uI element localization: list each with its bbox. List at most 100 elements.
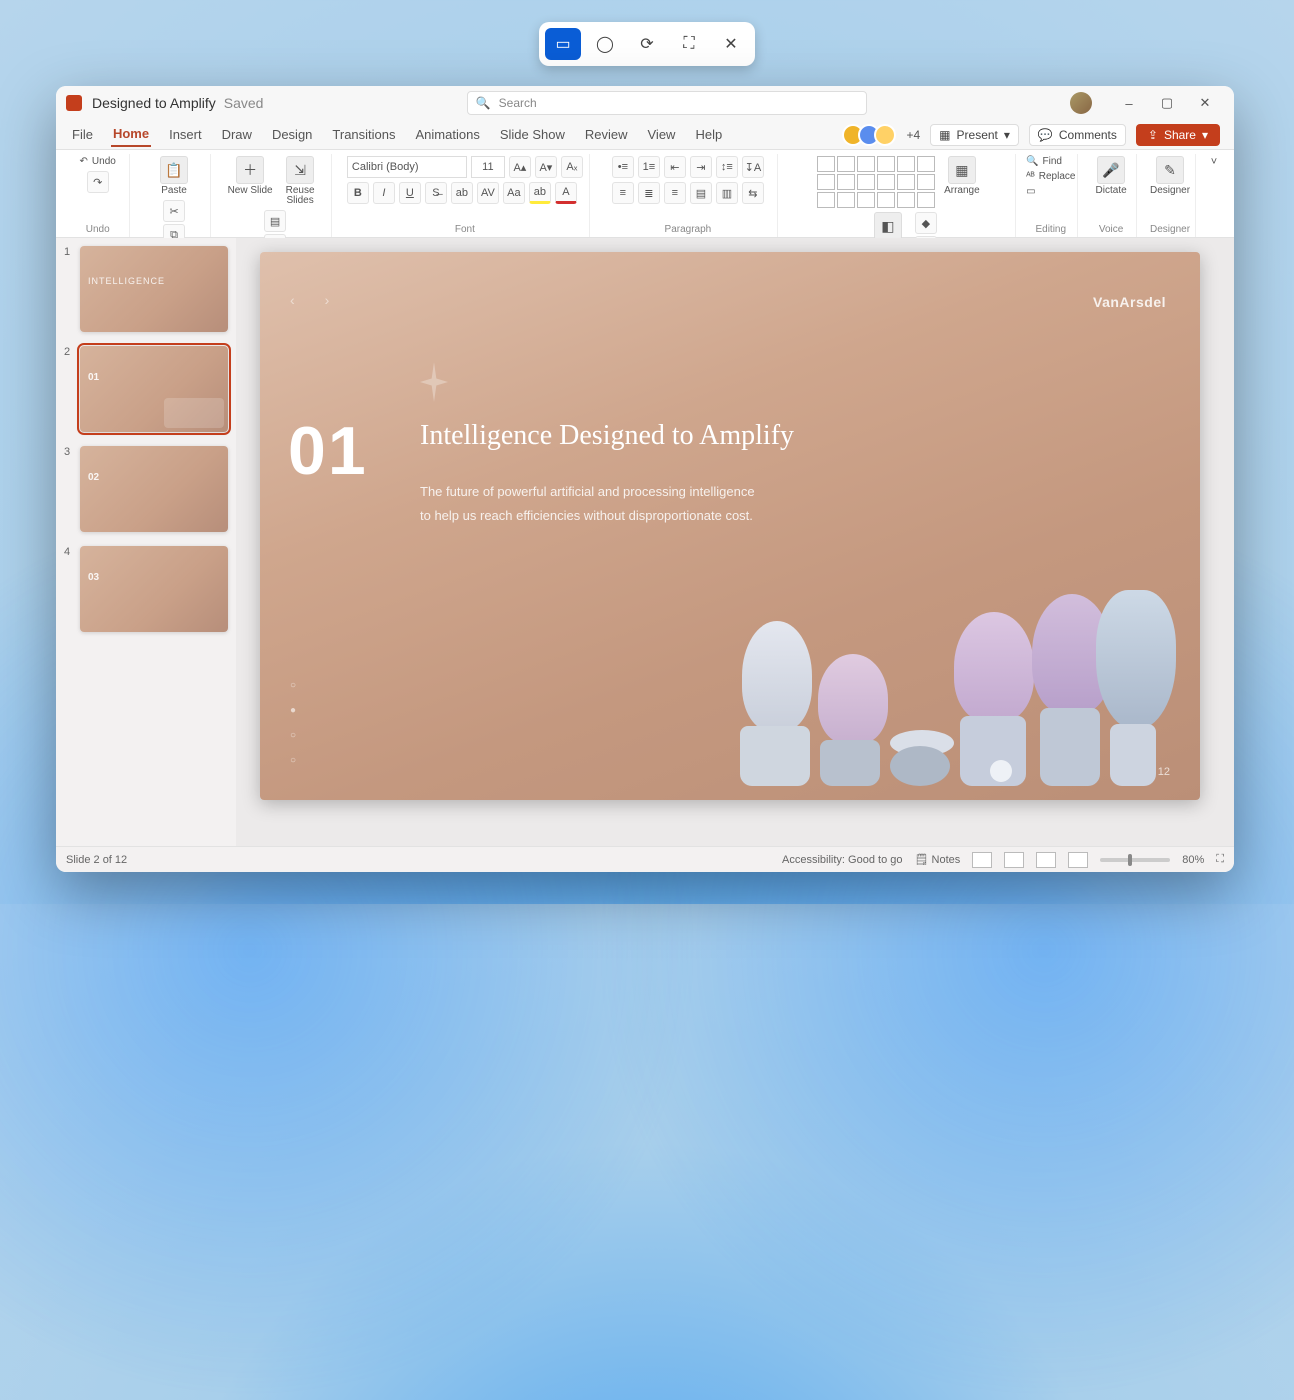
align-left-button[interactable]: ≡ [612,182,634,204]
thumb-number: 3 [64,446,74,532]
numbering-button[interactable]: 1≡ [638,156,660,178]
window-close-button[interactable]: ✕ [1186,89,1224,117]
zoom-percent[interactable]: 80% [1182,854,1204,866]
comments-button[interactable]: 💬 Comments [1029,124,1126,146]
bold-button[interactable]: B [347,182,369,204]
clear-format-button[interactable]: Aₓ [561,156,583,178]
snip-fullscreen-button[interactable]: ⛶ [671,28,707,60]
font-color-button[interactable]: A [555,182,577,204]
char-spacing-button[interactable]: AV [477,182,499,204]
tab-insert[interactable]: Insert [167,123,204,146]
tab-home[interactable]: Home [111,122,151,147]
slide-number: 01 [288,412,368,490]
slide-thumbnail[interactable]: 03 [80,546,228,632]
tab-transitions[interactable]: Transitions [330,123,397,146]
status-slide-info: Slide 2 of 12 [66,854,127,866]
current-slide[interactable]: ‹ › VanArsdel 01 Intelligence Designed t… [260,252,1200,800]
undo-button[interactable]: ↶Undo [80,156,116,167]
shapes-gallery[interactable] [817,156,935,208]
thumb-label: INTELLIGENCE [88,276,165,286]
dictate-button[interactable]: 🎤 Dictate [1088,156,1134,196]
fit-to-window-button[interactable]: ⛶ [1216,853,1224,866]
collaborators-extra[interactable]: +4 [906,128,920,142]
view-reading-button[interactable] [1036,852,1056,868]
tab-review[interactable]: Review [583,123,630,146]
text-direction-button[interactable]: ↧A [742,156,764,178]
tab-design[interactable]: Design [270,123,314,146]
highlight-button[interactable]: ab [529,182,551,204]
account-avatar[interactable] [1070,92,1092,114]
indent-inc-button[interactable]: ⇥ [690,156,712,178]
cut-button[interactable]: ✂ [163,200,185,222]
align-center-button[interactable]: ≣ [638,182,660,204]
group-label-designer: Designer [1150,224,1190,235]
tab-help[interactable]: Help [693,123,724,146]
snip-rectangle-button[interactable]: ▭ [545,28,581,60]
shape-fill-button[interactable]: ◆ [915,212,937,234]
snip-close-button[interactable]: ✕ [713,28,749,60]
justify-button[interactable]: ▤ [690,182,712,204]
slide-thumbnail[interactable]: 02 [80,446,228,532]
change-case-button[interactable]: Aa [503,182,525,204]
indent-dec-button[interactable]: ⇤ [664,156,686,178]
arrow-left-icon[interactable]: ‹ [290,292,295,308]
slide-art-plants [740,526,1180,786]
slide-headline[interactable]: Intelligence Designed to Amplify [420,420,794,452]
italic-button[interactable]: I [373,182,395,204]
quick-styles-icon: ◧ [874,212,902,240]
find-button[interactable]: 🔍Find [1026,156,1062,167]
increase-font-button[interactable]: A▴ [509,156,531,178]
slide-thumbnail[interactable]: INTELLIGENCE [80,246,228,332]
slide-body-line[interactable]: to help us reach efficiencies without di… [420,508,753,523]
snip-window-button[interactable]: ⟳ [629,28,665,60]
bullets-button[interactable]: •≡ [612,156,634,178]
new-slide-button[interactable]: ＋ New Slide [227,156,273,196]
redo-button[interactable]: ↷ [87,171,109,193]
shadow-button[interactable]: ab [451,182,473,204]
slide-body-line[interactable]: The future of powerful artificial and pr… [420,484,755,499]
strike-button[interactable]: S̶ [425,182,447,204]
columns-button[interactable]: ▥ [716,182,738,204]
layout-button[interactable]: ▤ [264,210,286,232]
snip-freeform-button[interactable]: ◯ [587,28,623,60]
reuse-slides-button[interactable]: ⇲ Reuse Slides [277,156,323,206]
tab-slideshow[interactable]: Slide Show [498,123,567,146]
line-spacing-button[interactable]: ↕≡ [716,156,738,178]
slide-thumbnail[interactable]: 01 [80,346,228,432]
view-sorter-button[interactable] [1004,852,1024,868]
present-button[interactable]: ▦ Present ▾ [930,124,1019,146]
window-minimize-button[interactable]: – [1110,89,1148,117]
font-family-select[interactable]: Calibri (Body) [347,156,467,178]
smartart-button[interactable]: ⇆ [742,182,764,204]
tab-file[interactable]: File [70,123,95,146]
ribbon-group-slides: ＋ New Slide ⇲ Reuse Slides ▤ ↺ ☰ Slides [219,154,333,237]
tab-view[interactable]: View [646,123,678,146]
view-normal-button[interactable] [972,852,992,868]
search-input[interactable]: 🔍 Search [467,91,867,115]
underline-button[interactable]: U [399,182,421,204]
group-label-font: Font [455,224,475,235]
paste-button[interactable]: 📋 Paste [151,156,197,196]
undo-icon: ↶ [80,156,88,167]
title-bar: Designed to Amplify Saved 🔍 Search – ▢ ✕ [56,86,1234,120]
window-maximize-button[interactable]: ▢ [1148,89,1186,117]
arrange-button[interactable]: ▦ Arrange [939,156,985,196]
share-button[interactable]: ⇪ Share ▾ [1136,124,1220,146]
replace-button[interactable]: ᴬᴮReplace [1026,171,1075,182]
select-button[interactable]: ▭ [1026,186,1035,197]
designer-button[interactable]: ✎ Designer [1147,156,1193,196]
tab-draw[interactable]: Draw [220,123,254,146]
arrow-right-icon[interactable]: › [325,292,330,308]
decrease-font-button[interactable]: A▾ [535,156,557,178]
status-notes-button[interactable]: 🗒 Notes [914,853,960,866]
collaborators[interactable] [848,124,896,146]
zoom-slider[interactable] [1100,858,1170,862]
slide-thumbnail-panel[interactable]: 1 INTELLIGENCE 2 01 3 02 4 [56,238,236,846]
status-accessibility[interactable]: Accessibility: Good to go [782,854,902,866]
ribbon-collapse[interactable]: ˅ [1204,154,1224,237]
font-size-select[interactable]: 11 [471,156,505,178]
view-slideshow-button[interactable] [1068,852,1088,868]
slide-stage[interactable]: ‹ › VanArsdel 01 Intelligence Designed t… [236,238,1234,846]
tab-animations[interactable]: Animations [414,123,482,146]
align-right-button[interactable]: ≡ [664,182,686,204]
